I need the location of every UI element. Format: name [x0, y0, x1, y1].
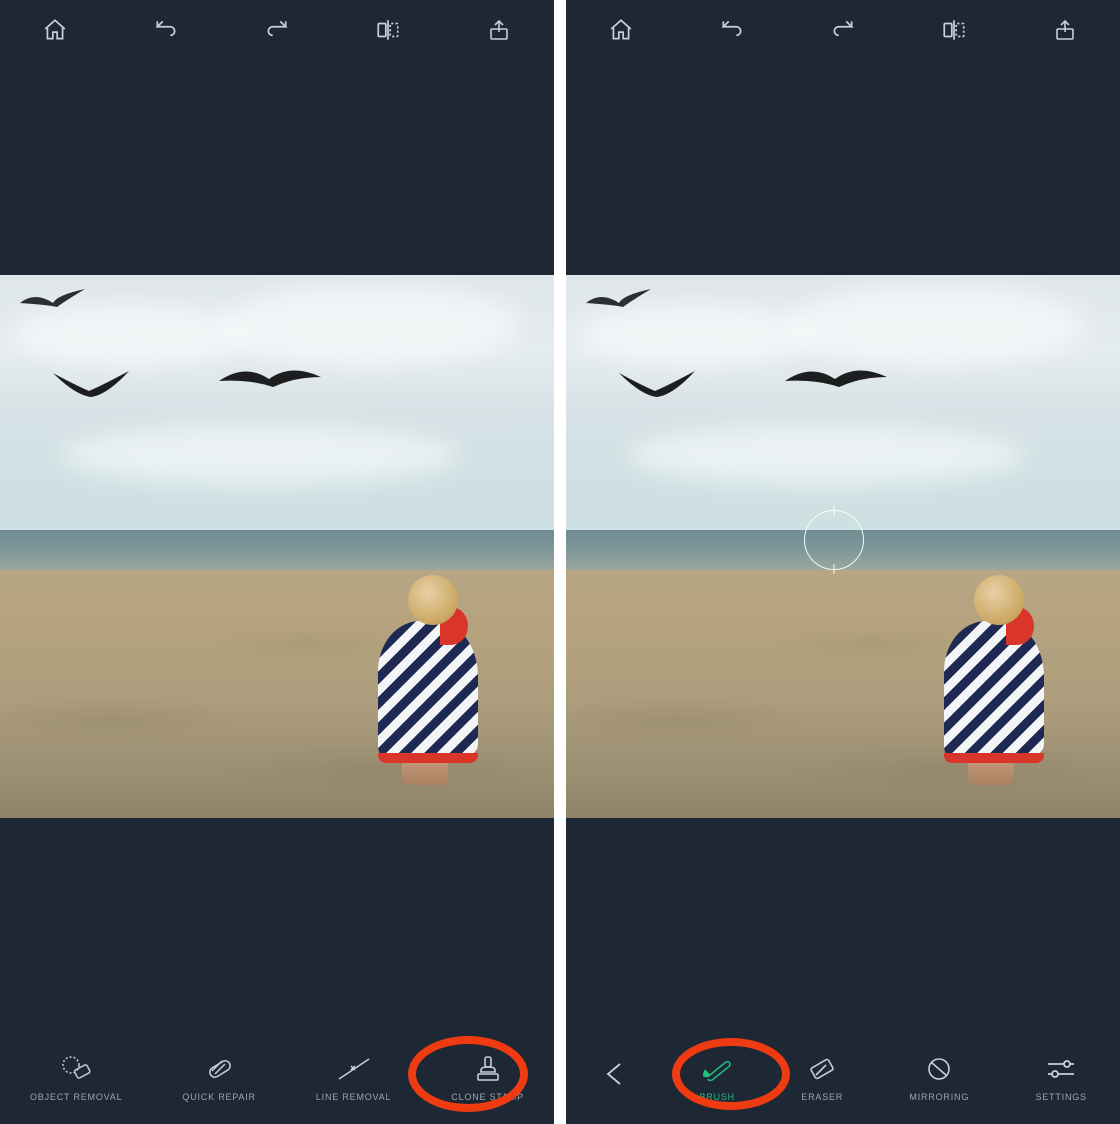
compare-button[interactable] [368, 10, 408, 50]
settings-tool[interactable]: SETTINGS [1025, 1048, 1096, 1108]
brush-tool[interactable]: BRUSH [689, 1048, 745, 1108]
right-screen: BRUSH ERASER MIRRORING SETTINGS [566, 0, 1120, 1124]
left-screen: OBJECT REMOVAL QUICK REPAIR LINE REMOVAL… [0, 0, 554, 1124]
bottom-toolbar: BRUSH ERASER MIRRORING SETTINGS [566, 1032, 1120, 1124]
compare-button[interactable] [934, 10, 974, 50]
share-button[interactable] [1045, 10, 1085, 50]
undo-button[interactable] [712, 10, 752, 50]
object-removal-label: OBJECT REMOVAL [30, 1092, 122, 1102]
canvas-area[interactable] [0, 60, 554, 1032]
bird-2 [611, 365, 701, 415]
clone-stamp-tool[interactable]: CLONE STAMP [441, 1048, 534, 1108]
undo-button[interactable] [146, 10, 186, 50]
child-subject [368, 575, 478, 785]
child-subject [934, 575, 1044, 785]
bird-1 [15, 285, 95, 325]
object-removal-tool[interactable]: OBJECT REMOVAL [20, 1048, 132, 1108]
clone-stamp-icon [471, 1054, 505, 1084]
bird-1 [581, 285, 661, 325]
sea [0, 530, 554, 570]
redo-button[interactable] [257, 10, 297, 50]
back-button[interactable] [589, 1053, 643, 1103]
object-removal-icon [59, 1054, 93, 1084]
brush-icon [700, 1054, 734, 1084]
eraser-icon [805, 1054, 839, 1084]
top-toolbar [566, 0, 1120, 60]
redo-button[interactable] [823, 10, 863, 50]
back-icon [599, 1059, 633, 1089]
bird-3 [215, 357, 325, 405]
mirroring-tool[interactable]: MIRRORING [899, 1048, 979, 1108]
line-removal-label: LINE REMOVAL [316, 1092, 391, 1102]
home-button[interactable] [601, 10, 641, 50]
photo-canvas[interactable] [566, 275, 1120, 818]
share-button[interactable] [479, 10, 519, 50]
eraser-tool[interactable]: ERASER [791, 1048, 853, 1108]
quick-repair-icon [202, 1054, 236, 1084]
photo-canvas[interactable] [0, 275, 554, 818]
eraser-label: ERASER [801, 1092, 843, 1102]
clone-stamp-label: CLONE STAMP [451, 1092, 524, 1102]
bird-3 [781, 357, 891, 405]
canvas-area[interactable] [566, 60, 1120, 1032]
line-removal-icon [337, 1054, 371, 1084]
home-button[interactable] [35, 10, 75, 50]
brush-label: BRUSH [699, 1092, 735, 1102]
settings-icon [1044, 1054, 1078, 1084]
clone-source-reticle[interactable] [804, 510, 864, 570]
quick-repair-label: QUICK REPAIR [182, 1092, 255, 1102]
mirroring-label: MIRRORING [909, 1092, 969, 1102]
mirroring-icon [922, 1054, 956, 1084]
bird-2 [45, 365, 135, 415]
line-removal-tool[interactable]: LINE REMOVAL [306, 1048, 401, 1108]
settings-label: SETTINGS [1035, 1092, 1086, 1102]
bottom-toolbar: OBJECT REMOVAL QUICK REPAIR LINE REMOVAL… [0, 1032, 554, 1124]
top-toolbar [0, 0, 554, 60]
screens-divider [554, 0, 566, 1124]
quick-repair-tool[interactable]: QUICK REPAIR [172, 1048, 265, 1108]
